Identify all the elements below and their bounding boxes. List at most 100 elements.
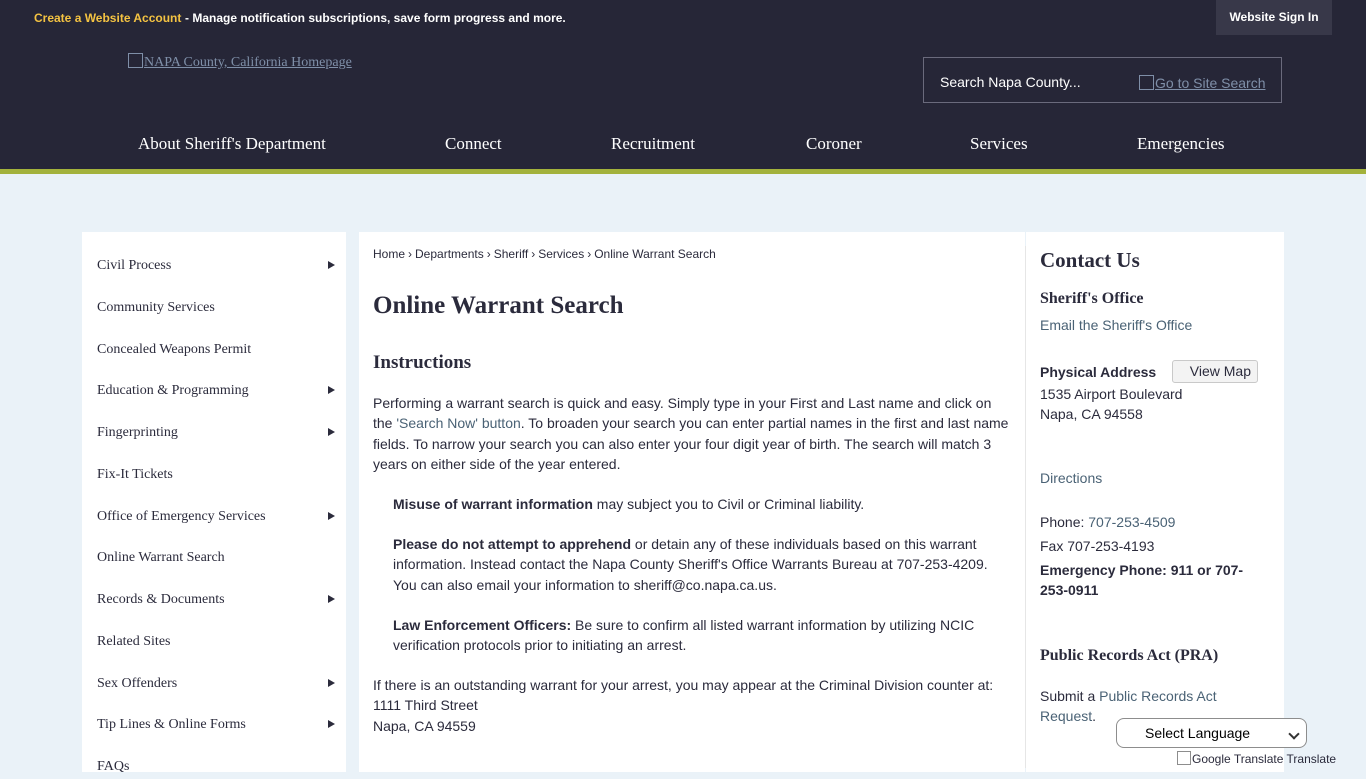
google-logo-icon bbox=[1177, 751, 1191, 765]
sidebar-item-label: Community Services bbox=[97, 300, 215, 315]
page-title: Online Warrant Search bbox=[373, 292, 624, 319]
sidebar-item-education-programming[interactable]: Education & Programming bbox=[97, 383, 337, 403]
nav-services[interactable]: Services bbox=[970, 134, 1028, 154]
chevron-down-icon bbox=[1288, 728, 1300, 740]
sidebar-item-label: Sex Offenders bbox=[97, 676, 178, 691]
fax-line: Fax 707-253-4193 bbox=[1040, 538, 1155, 554]
sidebar-item-label: Related Sites bbox=[97, 634, 171, 649]
sidebar-item-community-services[interactable]: Community Services bbox=[97, 300, 337, 320]
street-address: 1535 Airport Boulevard bbox=[1040, 386, 1183, 402]
go-to-site-search-button[interactable]: Go to Site Search bbox=[1139, 75, 1266, 91]
phone-link[interactable]: 707-253-4509 bbox=[1088, 514, 1175, 530]
officers-notice-bold: Law Enforcement Officers: bbox=[393, 617, 572, 633]
breadcrumb: Home › Departments › Sheriff › Services › Online… bbox=[373, 247, 716, 261]
sidebar-item-label: Tip Lines & Online Forms bbox=[97, 717, 246, 732]
main-navigation: About Sheriff's Department Connect Recru… bbox=[0, 134, 1366, 158]
sidebar-item-related-sites[interactable]: Related Sites bbox=[97, 634, 337, 654]
breadcrumb-home[interactable]: Home bbox=[373, 247, 405, 261]
contact-sidebar: Contact Us Sheriff's Office Email the Sh… bbox=[1026, 232, 1284, 772]
nav-recruitment[interactable]: Recruitment bbox=[611, 134, 695, 154]
nav-about-sheriffs-department[interactable]: About Sheriff's Department bbox=[138, 134, 326, 154]
sidebar-item-civil-process[interactable]: Civil Process bbox=[97, 258, 337, 278]
search-now-link[interactable]: 'Search Now' button bbox=[396, 415, 520, 431]
search-button-alt: Go to Site Search bbox=[1155, 75, 1266, 91]
instructions-heading: Instructions bbox=[373, 352, 472, 373]
apprehend-warning-bold: Please do not attempt to apprehend bbox=[393, 536, 632, 552]
sheriffs-office-heading: Sheriff's Office bbox=[1040, 290, 1144, 307]
sidebar-item-label: Concealed Weapons Permit bbox=[97, 342, 252, 357]
expand-arrow-icon[interactable] bbox=[328, 720, 335, 728]
sidebar-item-label: Online Warrant Search bbox=[97, 550, 225, 565]
directions-container: Directions bbox=[1040, 468, 1102, 488]
criminal-division-city: Napa, CA 94559 bbox=[373, 717, 476, 734]
sidebar-item-label: Fix-It Tickets bbox=[97, 467, 173, 482]
sidebar-item-faqs[interactable]: FAQs bbox=[97, 759, 337, 779]
directions-link[interactable]: Directions bbox=[1040, 470, 1102, 486]
sidebar-item-fix-it-tickets[interactable]: Fix-It Tickets bbox=[97, 467, 337, 487]
sidebar-item-office-of-emergency-services[interactable]: Office of Emergency Services bbox=[97, 509, 337, 529]
outstanding-warrant-paragraph: If there is an outstanding warrant for y… bbox=[373, 675, 1013, 736]
breadcrumb-separator: › bbox=[587, 247, 592, 261]
search-icon bbox=[1139, 75, 1154, 90]
nav-emergencies[interactable]: Emergencies bbox=[1137, 134, 1224, 154]
google-translate-alt: Google Translate bbox=[1192, 752, 1284, 766]
email-sheriffs-office-link[interactable]: Email the Sheriff's Office bbox=[1040, 317, 1192, 333]
website-sign-in-button[interactable]: Website Sign In bbox=[1216, 0, 1332, 35]
site-header: NAPA County, California Homepage Go to S… bbox=[0, 35, 1366, 169]
physical-address-label: Physical Address bbox=[1040, 364, 1157, 380]
sidebar-item-label: Civil Process bbox=[97, 258, 172, 273]
county-logo-alt: NAPA County, California Homepage bbox=[144, 55, 352, 70]
expand-arrow-icon[interactable] bbox=[328, 595, 335, 603]
nav-coroner[interactable]: Coroner bbox=[806, 134, 862, 154]
create-account-description: - Manage notification subscriptions, sav… bbox=[185, 11, 566, 25]
create-account-link[interactable]: Create a Website Account bbox=[34, 11, 181, 25]
view-map-button[interactable]: View Map bbox=[1172, 360, 1258, 383]
sidebar-item-sex-offenders[interactable]: Sex Offenders bbox=[97, 676, 337, 696]
header-accent-stripe bbox=[0, 169, 1366, 174]
sidebar-item-online-warrant-search[interactable]: Online Warrant Search bbox=[97, 550, 337, 570]
expand-arrow-icon[interactable] bbox=[328, 679, 335, 687]
email-sheriffs-office-container: Email the Sheriff's Office bbox=[1040, 315, 1192, 335]
sidebar-item-label: FAQs bbox=[97, 759, 130, 774]
officers-notice: Law Enforcement Officers: Be sure to con… bbox=[393, 615, 1013, 656]
expand-arrow-icon[interactable] bbox=[328, 512, 335, 520]
pra-text-suffix: . bbox=[1092, 708, 1097, 724]
pra-text-prefix: Submit a bbox=[1040, 688, 1100, 704]
sidebar-item-records-documents[interactable]: Records & Documents bbox=[97, 592, 337, 612]
main-content: Home › Departments › Sheriff › Services › Online… bbox=[359, 232, 1025, 772]
instructions-paragraph: Performing a warrant search is quick and… bbox=[373, 393, 1013, 475]
top-utility-bar: Create a Website Account - Manage notifi… bbox=[0, 0, 1366, 35]
sidebar-item-fingerprinting[interactable]: Fingerprinting bbox=[97, 425, 337, 445]
site-search-box: Go to Site Search bbox=[923, 57, 1282, 103]
expand-arrow-icon[interactable] bbox=[328, 386, 335, 394]
sidebar-item-concealed-weapons-permit[interactable]: Concealed Weapons Permit bbox=[97, 342, 337, 362]
sidebar-item-label: Fingerprinting bbox=[97, 425, 178, 440]
breadcrumb-services[interactable]: Services bbox=[538, 247, 584, 261]
breadcrumb-current: Online Warrant Search bbox=[594, 247, 716, 261]
sidebar-item-tip-lines-online-forms[interactable]: Tip Lines & Online Forms bbox=[97, 717, 337, 737]
broken-image-icon bbox=[128, 53, 143, 68]
breadcrumb-separator: › bbox=[531, 247, 536, 261]
city-address: Napa, CA 94558 bbox=[1040, 406, 1143, 422]
expand-arrow-icon[interactable] bbox=[328, 428, 335, 436]
sidebar-item-label: Records & Documents bbox=[97, 592, 225, 607]
select-language-dropdown[interactable]: Select Language bbox=[1116, 718, 1307, 748]
nav-connect[interactable]: Connect bbox=[445, 134, 502, 154]
selected-language: Select Language bbox=[1145, 725, 1251, 741]
phone-line: Phone: 707-253-4509 bbox=[1040, 512, 1175, 532]
contact-us-heading: Contact Us bbox=[1040, 248, 1140, 272]
apprehend-warning: Please do not attempt to apprehend or de… bbox=[393, 534, 1013, 595]
county-logo-link[interactable]: NAPA County, California Homepage bbox=[128, 53, 352, 71]
sidebar-navigation: Civil Process Community Services Conceal… bbox=[82, 232, 346, 774]
breadcrumb-sheriff[interactable]: Sheriff bbox=[494, 247, 528, 261]
breadcrumb-departments[interactable]: Departments bbox=[415, 247, 484, 261]
breadcrumb-separator: › bbox=[408, 247, 413, 261]
phone-label: Phone: bbox=[1040, 514, 1089, 530]
breadcrumb-separator: › bbox=[486, 247, 491, 261]
misuse-warning-text: may subject you to Civil or Criminal lia… bbox=[592, 496, 865, 512]
public-records-act-heading: Public Records Act (PRA) bbox=[1040, 647, 1219, 664]
outstanding-warrant-text: If there is an outstanding warrant for y… bbox=[373, 677, 994, 693]
expand-arrow-icon[interactable] bbox=[328, 261, 335, 269]
google-translate-label: Google Translate Translate bbox=[1177, 751, 1336, 766]
site-search-input[interactable] bbox=[938, 71, 1132, 93]
